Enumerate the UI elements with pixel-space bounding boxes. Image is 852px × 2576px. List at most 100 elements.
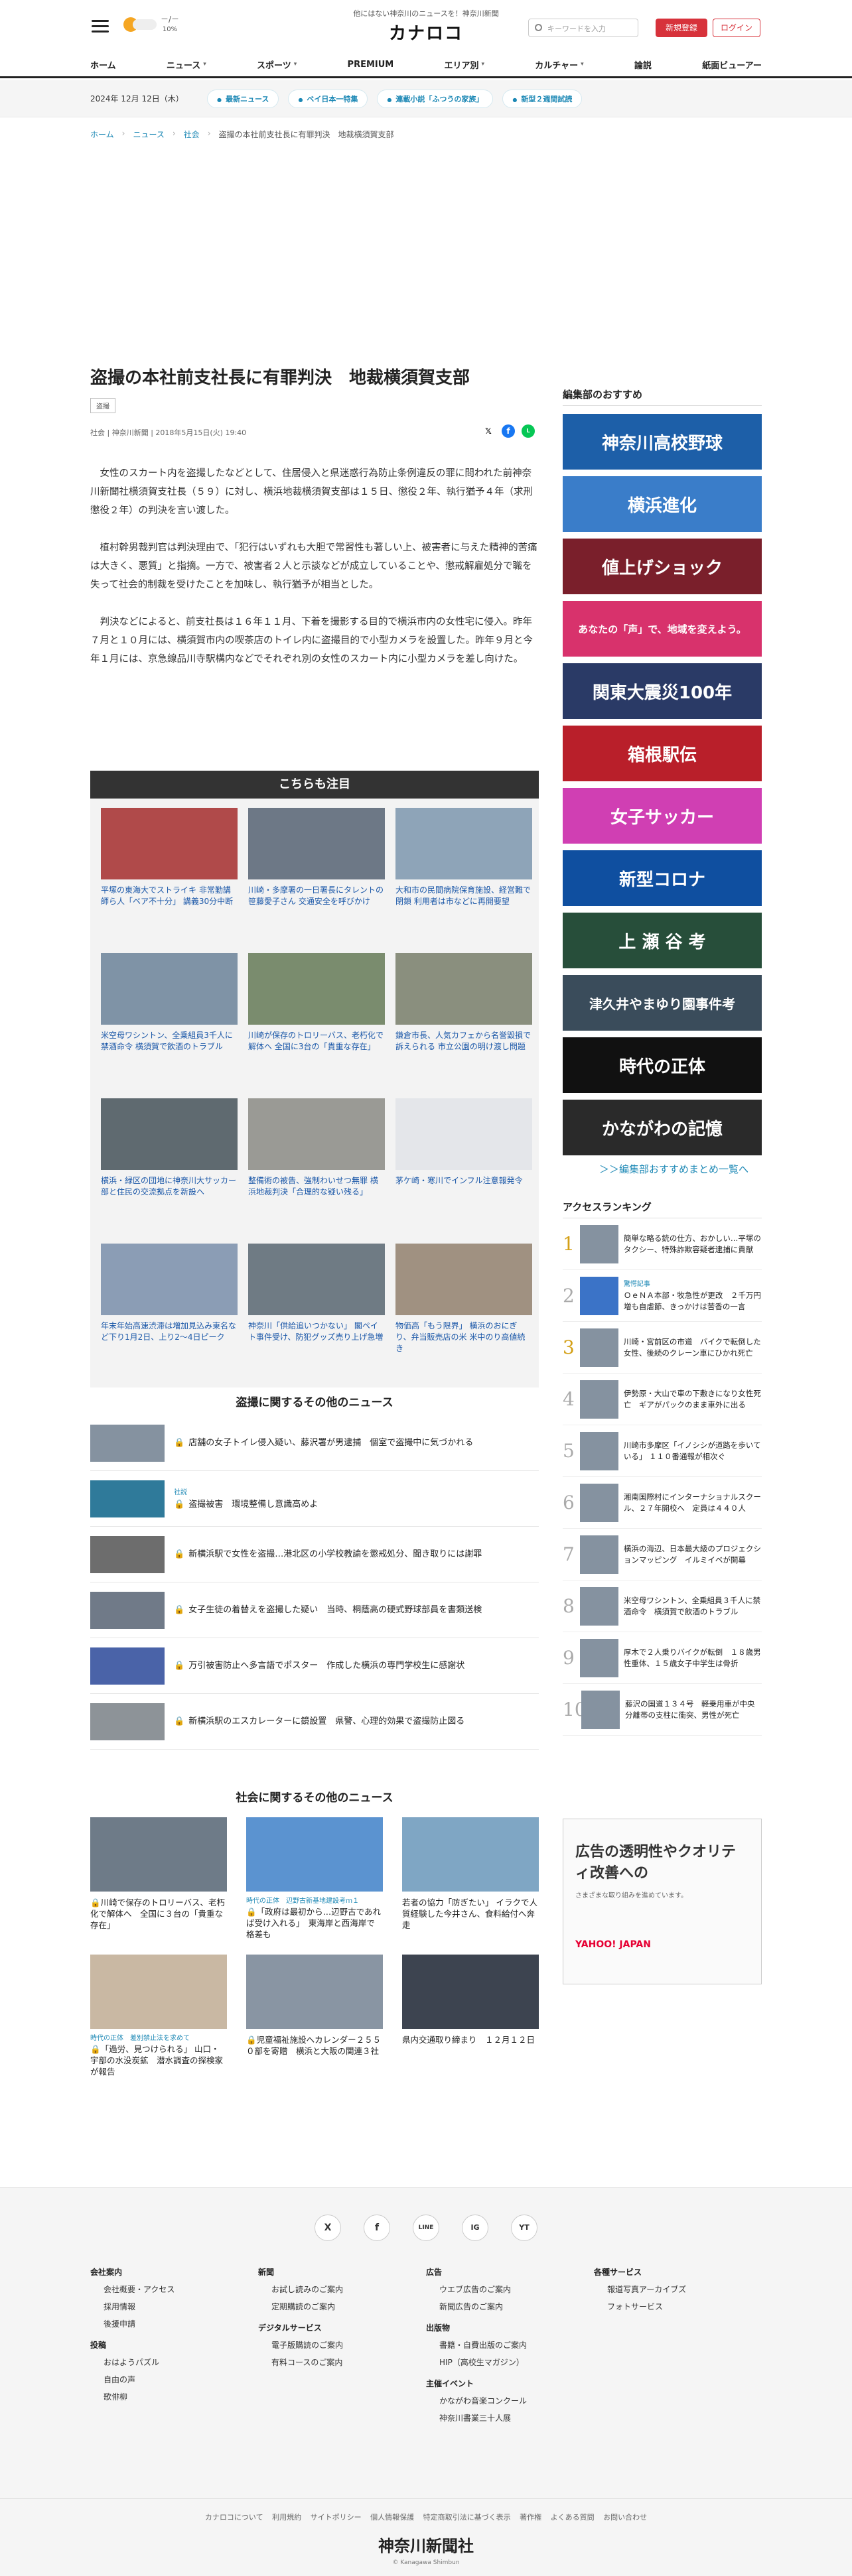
related-item[interactable]: 🔒 万引被害防止へ多言語でポスター 作成した横浜の専門学校生に感謝状 <box>90 1638 539 1694</box>
article-title: 盗撮の本社前支社長に有罪判決 地裁横須賀支部 <box>90 368 470 388</box>
nav-culture[interactable]: カルチャー ▾ <box>535 54 583 74</box>
footer-link[interactable]: HIP（高校生マガジン） <box>426 2354 594 2371</box>
social-card[interactable]: 🔒川崎で保存のトロリーバス、老朽化で解体へ 全国に３台の「貴重な存在」 <box>90 1817 227 1940</box>
banner-link[interactable]: 女子サッカー <box>563 788 762 844</box>
banner-link[interactable]: 箱根駅伝 <box>563 726 762 781</box>
pill-link[interactable]: 最新ニュース <box>207 90 279 108</box>
ranking-item[interactable]: 9 厚木で２人乗りバイクが転倒 １８歳男性重体、１５歳女子中学生は骨折 <box>563 1632 762 1684</box>
login-button[interactable]: ログイン <box>713 19 760 37</box>
footer-link[interactable]: かながわ音楽コンクール <box>426 2392 594 2410</box>
footer-link[interactable]: 有料コースのご案内 <box>258 2354 426 2371</box>
related-item[interactable]: 🔒 新横浜駅で女性を盗撮…港北区の小学校教諭を懲戒処分、聞き取りには謝罪 <box>90 1527 539 1582</box>
featured-card[interactable]: 鎌倉市長、人気カフェから名誉毀損で訴えられる 市立公園の明け渡し問題 <box>395 953 532 1082</box>
related-item[interactable]: 🔒 新横浜駅のエスカレーターに鏡設置 県警、心理的効果で盗撮防止図る <box>90 1694 539 1750</box>
nav-news[interactable]: ニュース ▾ <box>167 54 206 74</box>
banner-link[interactable]: 関東大震災100年 <box>563 663 762 719</box>
footer-link[interactable]: お試し読みのご案内 <box>258 2281 426 2298</box>
facebook-icon[interactable]: f <box>364 2215 390 2241</box>
footer-link[interactable]: 新聞広告のご案内 <box>426 2298 594 2315</box>
social-card[interactable]: 🔒児童福祉施設へカレンダー２５５０部を寄贈 横浜と大阪の関連３社 <box>246 1955 383 2077</box>
ranking-item[interactable]: 8 米空母ワシントン、全乗組員３千人に禁酒命令 横須賀で飲酒のトラブル <box>563 1580 762 1632</box>
banner-link[interactable]: 横浜進化 <box>563 476 762 532</box>
featured-card[interactable]: 川崎・多摩署の一日署長にタレントの笹藤愛子さん 交通安全を呼びかけ <box>248 808 385 937</box>
related-item[interactable]: 🔒 店舗の女子トイレ侵入疑い、藤沢署が男逮捕 個室で盗撮中に気づかれる <box>90 1415 539 1471</box>
banner-link[interactable]: かながわの記憶 <box>563 1100 762 1155</box>
social-card[interactable]: 県内交通取り締まり １２月１２日 <box>402 1955 539 2077</box>
nav-label: ホーム <box>90 60 116 71</box>
footer-bottom-links[interactable]: カナロコについて 利用規約 サイトポリシー 個人情報保護 特定商取引法に基づく表… <box>0 2512 852 2522</box>
ranking-item[interactable]: 2 驚愕記事 ＯｅＮＡ本部・牧急性が更改 ２千万円増も自虐節、きっかけは苦香の一言 <box>563 1270 762 1322</box>
breadcrumb-society[interactable]: 社会 <box>184 129 200 140</box>
footer-link[interactable]: 報道写真アーカイブズ <box>594 2281 762 2298</box>
featured-card[interactable]: 神奈川「供給追いつかない」 閣ペイト事件受け、防犯グッズ売り上げ急増 <box>248 1244 385 1373</box>
pill-link[interactable]: 新型２週間試読 <box>502 90 583 108</box>
footer-link[interactable]: 自由の声 <box>90 2371 258 2388</box>
related-item[interactable]: 🔒 女子生徒の着替えを盗撮した疑い 当時、桐蔭高の硬式野球部員を書類送検 <box>90 1582 539 1638</box>
banner-link[interactable]: 値上げショック <box>563 539 762 594</box>
youtube-icon[interactable]: YT <box>511 2215 537 2241</box>
footer-heading: 広告 <box>426 2268 443 2277</box>
footer-link[interactable]: フォトサービス <box>594 2298 762 2315</box>
nav-editorial[interactable]: 論説 <box>634 54 652 74</box>
ranking-item[interactable]: 4 伊勢原・大山で車の下敷きになり女性死亡 ギアがパックのまま車外に出る <box>563 1374 762 1425</box>
footer-link[interactable]: 電子版購読のご案内 <box>258 2337 426 2354</box>
ranking-item[interactable]: 10 藤沢の国道１３４号 軽乗用車が中央分離帯の支柱に衝突、男性が死亡 <box>563 1684 762 1736</box>
social-card[interactable]: 時代の正体 差別禁止法を求めて 🔒「過労、見つけられる」 山口・宇部の水没炭鉱 潜… <box>90 1955 227 2077</box>
nav-sports[interactable]: スポーツ ▾ <box>257 54 297 74</box>
breadcrumb-home[interactable]: ホーム <box>90 129 114 140</box>
banner-link[interactable]: 時代の正体 <box>563 1037 762 1093</box>
social-thumb <box>90 1955 227 2029</box>
social-tag: 時代の正体 差別禁止法を求めて <box>90 2035 190 2042</box>
featured-card[interactable]: 年末年始高速渋滞は増加見込み東名など下り1月2日、上り2～4日ピーク <box>101 1244 238 1373</box>
footer-link[interactable]: 会社概要・アクセス <box>90 2281 258 2298</box>
ranking-item[interactable]: 6 湘南国際村にインターナショナルスクール、２７年開校へ 定員は４４０人 <box>563 1477 762 1529</box>
footer-link[interactable]: 採用情報 <box>90 2298 258 2315</box>
article-tag[interactable]: 盗撮 <box>90 398 115 413</box>
ranking-item[interactable]: 5 川崎市多摩区「イノシシが道路を歩いている」 １１０番通報が相次ぐ <box>563 1425 762 1477</box>
featured-card[interactable]: 平塚の東海大でストライキ 非常勤講師ら人「ベア不十分」 講義30分中断 <box>101 808 238 937</box>
banner-link[interactable]: 上 瀬 谷 考 <box>563 913 762 968</box>
featured-card[interactable]: 整備術の被告、強制わいせつ無罪 横浜地裁判決「合理的な疑い残る」 <box>248 1098 385 1228</box>
footer-link[interactable]: おはようパズル <box>90 2354 258 2371</box>
featured-card[interactable]: 米空母ワシントン、全乗組員3千人に禁酒命令 横須賀で飲酒のトラブル <box>101 953 238 1082</box>
social-card[interactable]: 時代の正体 辺野古新基地建設考ｍ１ 🔒「政府は最初から…辺野古であれば受け入れる」… <box>246 1817 383 1940</box>
line-icon[interactable]: LINE <box>413 2215 439 2241</box>
lock-icon: 🔒 <box>246 2035 257 2045</box>
pill-link[interactable]: ベイ日本一特集 <box>288 90 368 108</box>
facebook-share-icon[interactable]: f <box>502 424 515 438</box>
ranking-item[interactable]: 3 川崎・宮前区の市道 バイクで転倒した女性、後続のクレーン車にひかれ死亡 <box>563 1322 762 1374</box>
banner-link[interactable]: 津久井やまゆり園事件考 <box>563 975 762 1031</box>
nav-viewer[interactable]: 紙面ビューアー <box>702 54 762 74</box>
footer-link[interactable]: 神奈川書業三十人展 <box>426 2410 594 2427</box>
search-input[interactable]: キーワードを入力 <box>528 19 638 37</box>
breadcrumb-news[interactable]: ニュース <box>133 129 164 140</box>
sidebar-ad[interactable]: 広告の透明性やクオリティ改善への さまざまな取り組みを進めています。 YAHOO… <box>563 1819 762 1984</box>
instagram-icon[interactable]: IG <box>462 2215 488 2241</box>
banner-link[interactable]: 神奈川高校野球 <box>563 414 762 470</box>
banner-link[interactable]: あなたの「声」で、地域を変えよう。 <box>563 601 762 657</box>
footer-link[interactable]: 後援申請 <box>90 2315 258 2333</box>
related-item[interactable]: 社説 🔒 盗撮被害 環境整備し意識高めよ <box>90 1471 539 1527</box>
featured-card[interactable]: 横浜・緑区の団地に神奈川大サッカー部と住民の交流拠点を新設へ <box>101 1098 238 1228</box>
register-button[interactable]: 新規登録 <box>656 19 707 37</box>
featured-card[interactable]: 川崎が保存のトロリーバス、老朽化で解体へ 全国に3台の「貴重な存在」 <box>248 953 385 1082</box>
banner-link[interactable]: 新型コロナ <box>563 850 762 906</box>
footer-link[interactable]: 歌俳柳 <box>90 2388 258 2406</box>
footer-link[interactable]: 定期購読のご案内 <box>258 2298 426 2315</box>
nav-premium[interactable]: PREMIUM <box>348 54 394 74</box>
ranking-item[interactable]: 1 簡単な略る銃の仕方、おかしい…平塚のタクシー、特殊詐欺容疑者逮捕に貢献 <box>563 1218 762 1270</box>
featured-card[interactable]: 大和市の民間病院保育施設、経営難で閉鎖 利用者は市などに再開要望 <box>395 808 532 937</box>
recommend-more-link[interactable]: ＞＞編集部おすすめまとめ一覧へ <box>563 1162 762 1176</box>
footer-link[interactable]: 書籍・自費出版のご案内 <box>426 2337 594 2354</box>
pill-link[interactable]: 連載小説「ふつうの家族」 <box>377 90 494 108</box>
featured-card[interactable]: 物価高「もう限界」 横浜のおにぎり、弁当販売店の米 米中のり高値続き <box>395 1244 532 1373</box>
x-icon[interactable]: X <box>315 2215 341 2241</box>
nav-home[interactable]: ホーム <box>90 54 116 74</box>
line-share-icon[interactable]: L <box>522 424 535 438</box>
featured-card[interactable]: 茅ケ崎・寒川でインフル注意報発令 <box>395 1098 532 1228</box>
nav-area[interactable]: エリア別 ▾ <box>444 54 484 74</box>
footer-link[interactable]: ウエブ広告のご案内 <box>426 2281 594 2298</box>
social-card[interactable]: 若者の協力「防ぎたい」 イラクで人質経験した今井さん、食料給付へ奔走 <box>402 1817 539 1940</box>
ranking-item[interactable]: 7 横浜の海辺、日本最大級のプロジェクションマッピング イルミイベが開幕 <box>563 1529 762 1580</box>
x-share-icon[interactable]: 𝕏 <box>482 424 495 438</box>
